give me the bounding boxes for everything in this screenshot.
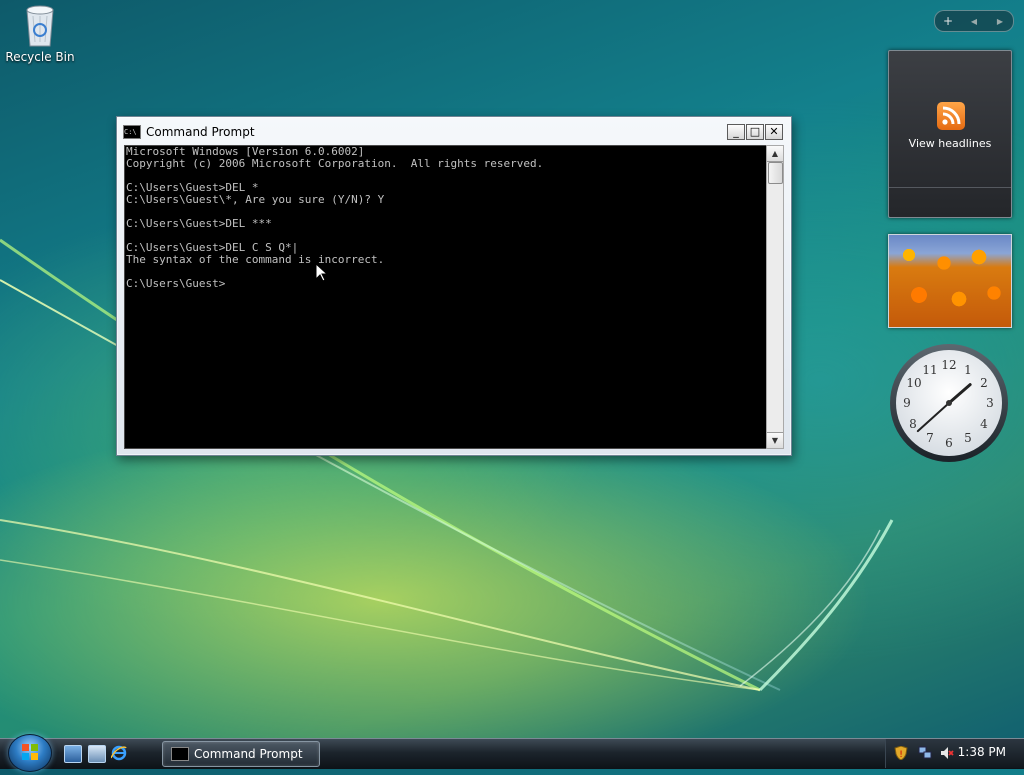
taskbar-clock[interactable]: 1:38 PM (958, 745, 1006, 759)
switch-windows-icon[interactable] (88, 745, 106, 763)
svg-text:6: 6 (945, 436, 953, 450)
svg-text:7: 7 (926, 431, 934, 445)
svg-text:12: 12 (941, 358, 956, 372)
slideshow-gadget-photo[interactable] (888, 234, 1012, 328)
console-icon: C:\ (123, 125, 141, 139)
recycle-bin-desktop-icon[interactable]: Recycle Bin (4, 2, 76, 64)
feed-headlines-gadget[interactable]: View headlines (888, 50, 1012, 218)
next-gadgets-button[interactable]: ▶ (987, 17, 1013, 26)
scroll-down-arrow-icon[interactable]: ▼ (767, 432, 783, 448)
mouse-cursor-icon (316, 264, 328, 282)
command-prompt-window[interactable]: C:\ Command Prompt _ □ ✕ Microsoft Windo… (116, 116, 792, 456)
svg-text:5: 5 (964, 431, 972, 445)
start-button-windows-icon[interactable] (8, 734, 52, 772)
window-title: Command Prompt (146, 125, 255, 139)
svg-text:10: 10 (906, 376, 921, 390)
svg-text:8: 8 (909, 417, 917, 431)
window-titlebar[interactable]: C:\ Command Prompt _ □ ✕ (123, 123, 785, 141)
recycle-bin-icon (23, 2, 57, 48)
scroll-up-arrow-icon[interactable]: ▲ (767, 146, 783, 162)
close-button[interactable]: ✕ (765, 124, 783, 140)
svg-text:11: 11 (922, 363, 937, 377)
svg-text:9: 9 (903, 396, 911, 410)
taskbar-command-prompt-button[interactable]: Command Prompt (162, 741, 320, 767)
svg-text:3: 3 (986, 396, 994, 410)
recycle-bin-label: Recycle Bin (5, 50, 75, 64)
svg-text:4: 4 (980, 417, 988, 431)
volume-muted-icon[interactable] (940, 745, 954, 759)
prev-gadgets-button[interactable]: ◀ (961, 17, 987, 26)
console-icon (171, 747, 189, 761)
svg-text:2: 2 (980, 376, 988, 390)
rss-icon (937, 102, 965, 130)
taskbar-button-label: Command Prompt (194, 747, 303, 761)
taskbar (0, 738, 1024, 769)
maximize-button[interactable]: □ (746, 124, 764, 140)
svg-text:!: ! (899, 750, 903, 760)
scroll-thumb[interactable] (768, 162, 783, 184)
add-gadget-button[interactable]: + (935, 14, 961, 28)
console-output[interactable]: Microsoft Windows [Version 6.0.6002] Cop… (124, 145, 770, 449)
svg-text:1: 1 (964, 363, 972, 377)
view-headlines-label[interactable]: View headlines (889, 137, 1011, 150)
sidebar-controls: + ◀ ▶ (934, 10, 1014, 32)
minimize-button[interactable]: _ (727, 124, 745, 140)
security-shield-icon[interactable]: ! (894, 745, 908, 761)
show-desktop-icon[interactable] (64, 745, 82, 763)
console-text: Microsoft Windows [Version 6.0.6002] Cop… (126, 145, 544, 290)
vertical-scrollbar[interactable]: ▲ ▼ (766, 145, 784, 449)
clock-gadget[interactable]: 12 12 345 678 91011 (888, 342, 1010, 464)
network-icon[interactable] (918, 745, 932, 759)
internet-explorer-icon[interactable] (110, 745, 127, 761)
gadget-divider (889, 187, 1011, 188)
